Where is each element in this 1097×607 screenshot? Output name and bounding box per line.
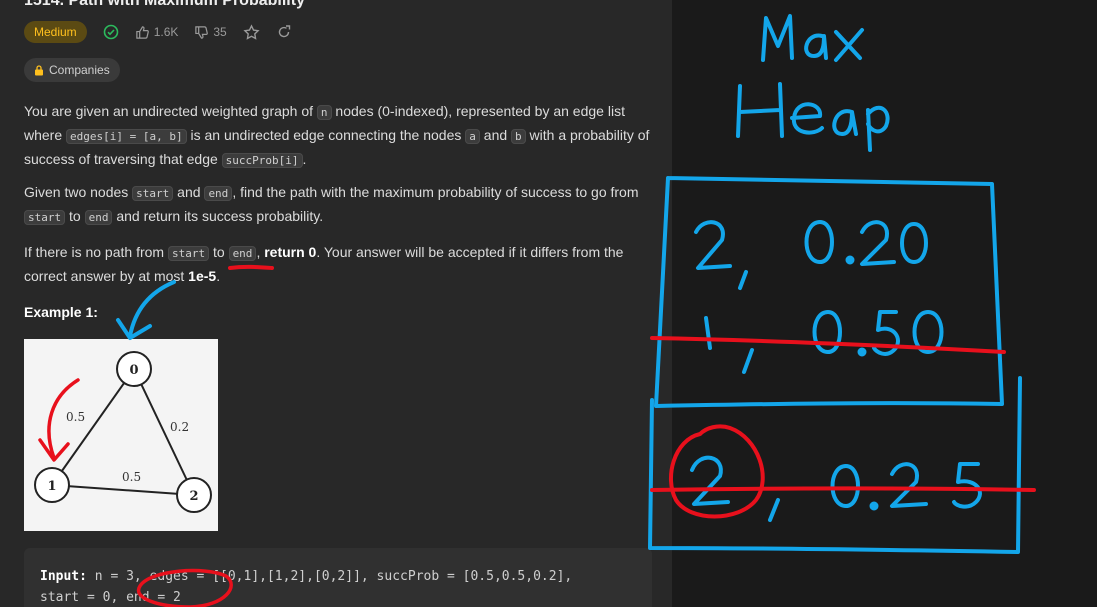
description-paragraph-1: You are given an undirected weighted gra… [24,100,654,172]
problem-title: 1514. Path with Maximum Probability [24,0,305,9]
text-run: and return its success probability. [112,208,324,224]
inline-code: end [204,186,233,201]
text-run: and [479,127,512,143]
difficulty-badge: Medium [24,21,87,43]
edge-label-0-1: 0.5 [66,410,85,424]
like-count: 1.6K [153,25,179,39]
graph-svg: 0 1 2 0.5 0.2 0.5 [34,351,212,513]
whiteboard-panel [672,0,1097,607]
text-run: to [209,244,229,260]
inline-code: start [167,246,210,261]
thumbs-down-icon [195,25,209,39]
edge-label-1-2: 0.5 [122,470,141,484]
svg-text:0: 0 [129,363,138,378]
description-paragraph-3: If there is no path from start to end, r… [24,241,654,287]
solved-check-icon [103,24,119,40]
text-run: . [302,151,307,167]
text-run: You are given an undirected weighted gra… [24,103,317,119]
text-run: , find the path with the maximum probabi… [232,184,639,200]
dislike-button[interactable]: 35 [194,25,227,40]
bold-text: return 0 [264,244,317,260]
companies-label: Companies [49,63,110,77]
edge-label-0-2: 0.2 [170,420,189,434]
companies-tag[interactable]: Companies [24,58,120,82]
description-paragraph-2: Given two nodes start and end, find the … [24,181,654,229]
input-line-1: n = 3, edges = [[0,1],[1,2],[0,2]], succ… [86,569,573,584]
thumbs-up-icon [135,25,149,39]
text-run: to [65,208,85,224]
inline-code: n [316,105,332,120]
inline-code: start [24,210,66,225]
example-graph-image: 0 1 2 0.5 0.2 0.5 [24,339,218,531]
inline-code: end [84,210,113,225]
text-run: . [216,268,221,284]
text-run: Given two nodes [24,184,133,200]
graph-node-0: 0 [116,351,152,387]
inline-code: a [465,129,480,144]
example-input-block: Input: n = 3, edges = [[0,1],[1,2],[0,2]… [24,548,652,607]
input-label: Input: [40,569,87,584]
example-input-text: Input: n = 3, edges = [[0,1],[1,2],[0,2]… [40,566,572,607]
svg-text:1: 1 [47,479,56,494]
favorite-star-icon[interactable] [243,23,260,41]
svg-text:2: 2 [189,489,198,504]
problem-panel: 1514. Path with Maximum Probability Medi… [0,0,672,607]
graph-node-2: 2 [176,477,212,513]
text-run: and [173,184,205,200]
like-button[interactable]: 1.6K [135,25,179,40]
inline-code: b [511,129,526,144]
bold-text: 1e-5 [188,268,217,284]
inline-code: succProb[i] [221,153,303,168]
inline-code: end [228,246,257,261]
dislike-count: 35 [213,25,227,39]
share-icon[interactable] [276,24,292,40]
problem-meta-bar: Medium 1.6K 35 [24,19,292,45]
lock-icon [35,64,43,75]
inline-code: edges[i] = [a, b] [66,129,187,144]
text-run: is an undirected edge connecting the nod… [186,127,466,143]
text-run: If there is no path from [24,244,168,260]
graph-node-1: 1 [34,467,70,503]
inline-code: start [132,186,174,201]
example-title: Example 1: [24,304,98,320]
input-line-2: start = 0, end = 2 [40,590,181,605]
